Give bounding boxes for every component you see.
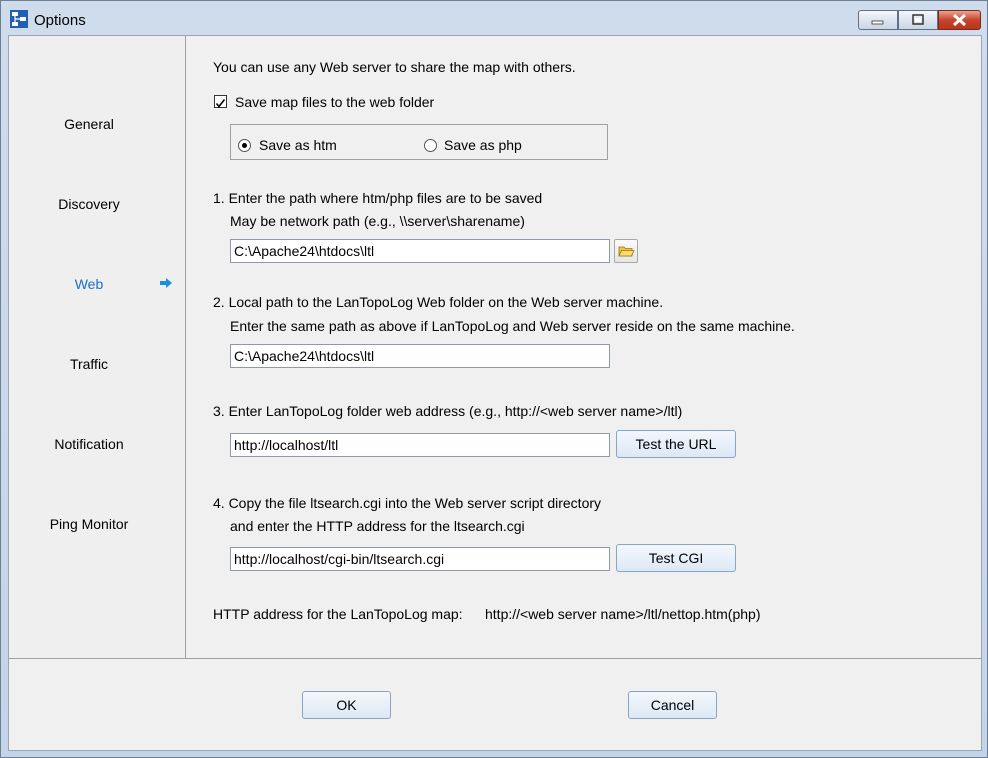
htm-save-path-input[interactable] <box>230 239 610 263</box>
local-web-folder-input[interactable] <box>230 344 610 368</box>
save-as-php-radio[interactable] <box>424 139 437 152</box>
http-address-label: HTTP address for the LanTopoLog map: <box>213 606 463 622</box>
sidebar-item-web[interactable]: Web <box>9 276 169 292</box>
step1-text: 1. Enter the path where htm/php files ar… <box>213 190 543 206</box>
test-url-button[interactable]: Test the URL <box>616 430 736 458</box>
footer-divider <box>9 658 981 659</box>
save-web-folder-checkbox[interactable] <box>214 95 227 108</box>
step4-hint: and enter the HTTP address for the ltsea… <box>230 518 525 534</box>
app-icon <box>10 10 28 28</box>
step2-text: 2. Local path to the LanTopoLog Web fold… <box>213 294 664 310</box>
browse-folder-button[interactable] <box>614 239 638 263</box>
save-as-htm-radio[interactable] <box>238 139 251 152</box>
cgi-address-input[interactable] <box>230 547 610 571</box>
arrow-right-icon <box>160 278 172 288</box>
cancel-button[interactable]: Cancel <box>628 691 717 719</box>
options-window: Options General Discovery Web Traffic No… <box>0 0 988 758</box>
checkmark-icon <box>215 99 226 108</box>
save-format-group: Save as htm Save as php <box>230 124 608 160</box>
http-address-value: http://<web server name>/ltl/nettop.htm(… <box>485 606 761 622</box>
sidebar-item-general[interactable]: General <box>9 116 169 132</box>
test-cgi-button[interactable]: Test CGI <box>616 544 736 572</box>
sidebar-item-discovery[interactable]: Discovery <box>9 196 169 212</box>
dialog-body: General Discovery Web Traffic Notificati… <box>8 35 982 751</box>
step3-text: 3. Enter LanTopoLog folder web address (… <box>213 403 683 419</box>
close-button[interactable] <box>938 10 981 30</box>
folder-icon <box>618 246 635 257</box>
save-as-htm-label[interactable]: Save as htm <box>259 137 337 153</box>
step1-hint: May be network path (e.g., \\server\shar… <box>230 213 525 229</box>
ok-button[interactable]: OK <box>302 691 391 719</box>
save-web-folder-label[interactable]: Save map files to the web folder <box>235 94 434 110</box>
folder-web-address-input[interactable] <box>230 433 610 457</box>
maximize-icon <box>912 14 924 25</box>
maximize-button[interactable] <box>898 10 938 30</box>
minimize-button[interactable] <box>858 10 898 30</box>
intro-text: You can use any Web server to share the … <box>213 59 576 75</box>
step4-text: 4. Copy the file ltsearch.cgi into the W… <box>213 495 602 511</box>
sidebar-item-traffic[interactable]: Traffic <box>9 356 169 372</box>
title-bar[interactable]: Options <box>1 1 987 35</box>
window-title: Options <box>34 12 86 29</box>
sidebar: General Discovery Web Traffic Notificati… <box>9 36 186 658</box>
sidebar-item-ping-monitor[interactable]: Ping Monitor <box>9 516 169 532</box>
sidebar-item-notification[interactable]: Notification <box>9 436 169 452</box>
close-icon <box>952 13 967 27</box>
minimize-icon <box>871 20 884 25</box>
web-settings-panel: You can use any Web server to share the … <box>186 36 981 658</box>
step2-hint: Enter the same path as above if LanTopoL… <box>230 318 795 334</box>
save-as-php-label[interactable]: Save as php <box>444 137 522 153</box>
